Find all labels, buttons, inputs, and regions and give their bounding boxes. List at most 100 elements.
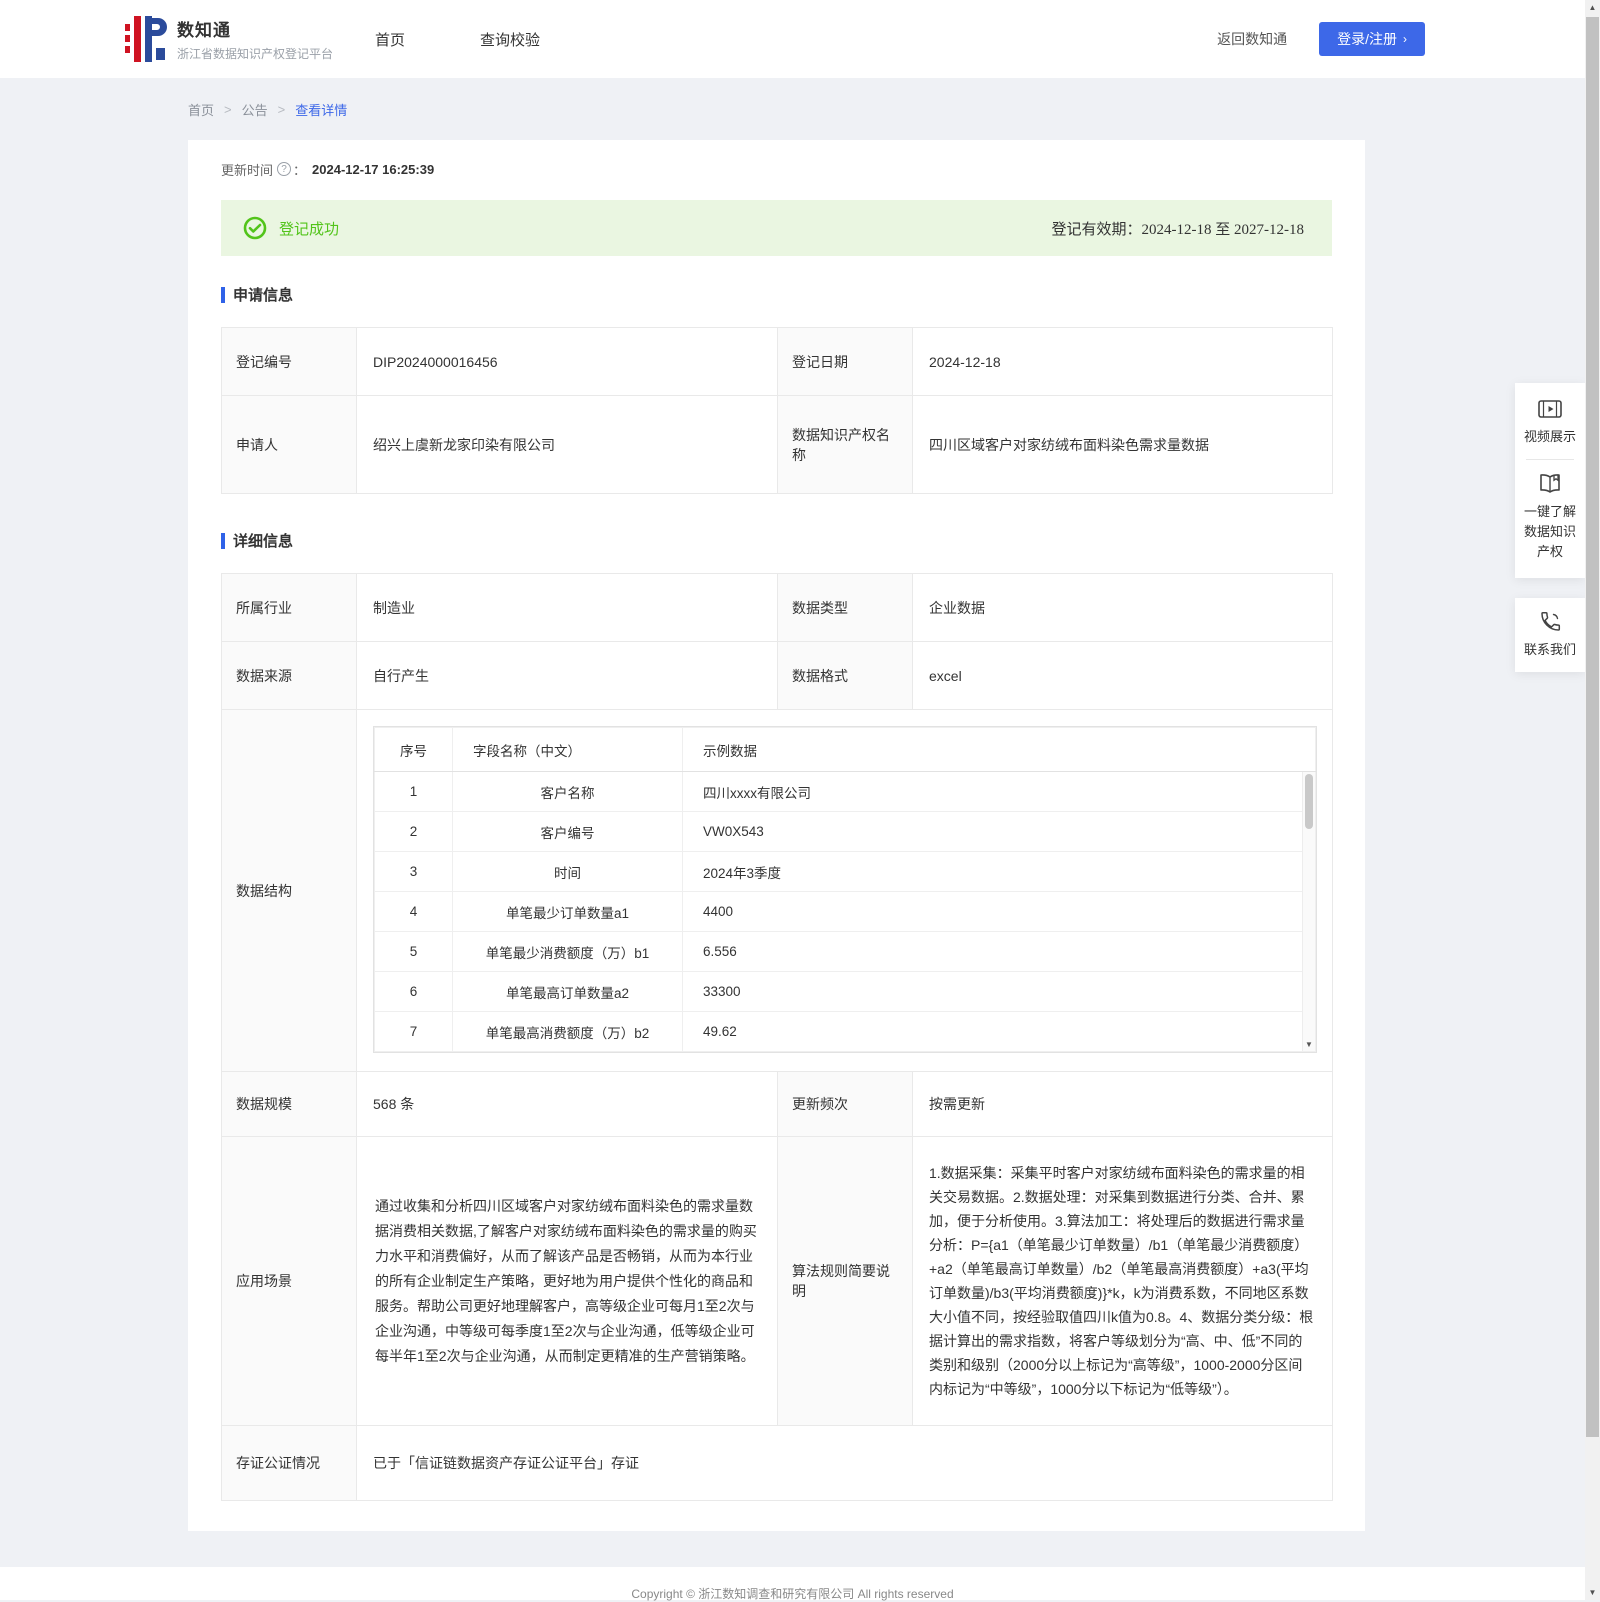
float-panel-contact: 联系我们	[1515, 598, 1585, 672]
application-info-table: 登记编号 DIP2024000016456 登记日期 2024-12-18 申请…	[221, 327, 1333, 494]
scroll-down-arrow-icon[interactable]: ▼	[1303, 1040, 1315, 1050]
video-display-button[interactable]: 视频展示	[1520, 397, 1580, 447]
cell-example: VW0X543	[682, 811, 1316, 852]
book-icon	[1540, 474, 1560, 493]
breadcrumb: 首页 > 公告 > 查看详情	[188, 100, 347, 119]
learn-data-ip-button[interactable]: 一键了解数据知识产权	[1520, 472, 1580, 562]
cell-index: 6	[374, 971, 453, 1012]
page-scrollbar[interactable]: ▲ ▼	[1585, 0, 1600, 1600]
table-row: 申请人 绍兴上虞新龙家印染有限公司 数据知识产权名称 四川区域客户对家纺绒布面料…	[221, 395, 1333, 494]
data-structure-table: 序号 字段名称（中文） 示例数据 1 客户名称 四川xxxx有限公司 2 客户编…	[374, 727, 1316, 1052]
breadcrumb-separator: >	[277, 102, 286, 117]
breadcrumb-home[interactable]: 首页	[188, 100, 214, 119]
float-panel-top: 视频展示 一键了解数据知识产权	[1515, 383, 1585, 578]
cell-field-name: 单笔最少订单数量a1	[452, 891, 683, 932]
cell-field-name: 时间	[452, 851, 683, 892]
cell-index: 1	[374, 771, 453, 812]
logo[interactable]: 数知通 浙江省数据知识产权登记平台	[125, 16, 333, 62]
page-scrollbar-thumb[interactable]	[1586, 17, 1599, 1437]
table-header-row: 序号 字段名称（中文） 示例数据	[374, 727, 1316, 772]
field-label: 所属行业	[221, 573, 357, 642]
field-value: 按需更新	[912, 1071, 1333, 1137]
check-circle-icon	[243, 216, 267, 240]
table-row: 登记编号 DIP2024000016456 登记日期 2024-12-18	[221, 327, 1333, 396]
field-value: DIP2024000016456	[356, 327, 778, 396]
chevron-right-icon: ›	[1403, 32, 1407, 46]
cell-example: 2024年3季度	[682, 851, 1316, 892]
registration-success-banner: 登记成功 登记有效期：2024-12-18 至 2027-12-18	[221, 200, 1332, 256]
nav-item-home[interactable]: 首页	[375, 29, 405, 50]
cell-field-name: 客户名称	[452, 771, 683, 812]
cell-example: 33300	[682, 971, 1316, 1012]
status-badge: 登记成功	[279, 220, 340, 238]
section-title-text: 详细信息	[233, 533, 294, 550]
main-nav: 首页 查询校验	[375, 0, 540, 78]
logo-title: 数知通	[177, 21, 231, 40]
field-label: 数据来源	[221, 641, 357, 710]
field-value-algorithm: 1.数据采集：采集平时客户对家纺绒布面料染色的需求量的相关交易数据。2.数据处理…	[912, 1136, 1333, 1426]
table-row: 数据规模 568 条 更新频次 按需更新	[221, 1071, 1333, 1137]
section-title-text: 申请信息	[233, 287, 294, 304]
inner-scrollbar-thumb[interactable]	[1305, 774, 1313, 829]
top-header: 数知通 浙江省数据知识产权登记平台 首页 查询校验 返回数知通 登录/注册 ›	[0, 0, 1600, 78]
field-label: 数据类型	[777, 573, 913, 642]
update-time-colon: ：	[293, 162, 307, 178]
table-row: 6 单笔最高订单数量a2 33300	[374, 971, 1316, 1012]
validity-period: 登记有效期：2024-12-18 至 2027-12-18	[1051, 221, 1305, 238]
scroll-down-arrow-icon[interactable]: ▼	[1585, 1588, 1600, 1597]
cell-index: 2	[374, 811, 453, 852]
copyright-text: Copyright © 浙江数知调查和研究有限公司 All rights res…	[631, 1587, 954, 1601]
field-value: 制造业	[356, 573, 778, 642]
field-value: 绍兴上虞新龙家印染有限公司	[356, 395, 778, 494]
data-structure-cell: 序号 字段名称（中文） 示例数据 1 客户名称 四川xxxx有限公司 2 客户编…	[356, 709, 1333, 1072]
column-header: 字段名称（中文）	[452, 727, 683, 772]
cell-field-name: 单笔最高订单数量a2	[452, 971, 683, 1012]
field-label: 数据格式	[777, 641, 913, 710]
field-label: 应用场景	[221, 1136, 357, 1426]
field-label: 存证公证情况	[221, 1425, 357, 1501]
cell-example: 4400	[682, 891, 1316, 932]
video-display-label: 视频展示	[1523, 429, 1576, 444]
cell-field-name: 单笔最高消费额度（万）b2	[452, 1011, 683, 1052]
scroll-up-arrow-icon[interactable]: ▲	[1585, 3, 1600, 12]
back-to-shuzhitong-link[interactable]: 返回数知通	[1217, 29, 1287, 49]
table-row-data-structure: 数据结构 序号 字段名称（中文） 示例数据 1 客户名称 四川xxxx有限公司 …	[221, 709, 1333, 1072]
field-label: 数据规模	[221, 1071, 357, 1137]
cell-index: 4	[374, 891, 453, 932]
login-register-button[interactable]: 登录/注册 ›	[1319, 22, 1425, 56]
field-value: 已于「信证链数据资产存证公证平台」存证	[356, 1425, 1333, 1501]
learn-data-ip-label: 一键了解数据知识产权	[1523, 504, 1576, 559]
update-time-row: 更新时间 ? ： 2024-12-17 16:25:39	[221, 158, 1332, 180]
help-icon[interactable]: ?	[277, 162, 292, 176]
field-value: 568 条	[356, 1071, 778, 1137]
update-time-label: 更新时间	[221, 162, 274, 178]
table-row: 存证公证情况 已于「信证链数据资产存证公证平台」存证	[221, 1425, 1333, 1501]
contact-us-label: 联系我们	[1523, 642, 1576, 657]
update-time-value: 2024-12-17 16:25:39	[312, 161, 435, 177]
field-label: 申请人	[221, 395, 357, 494]
table-row-scenario: 应用场景 通过收集和分析四川区域客户对家纺绒布面料染色的需求量数据消费相关数据,…	[221, 1136, 1333, 1426]
nav-item-query[interactable]: 查询校验	[480, 29, 540, 50]
section-bar	[221, 532, 225, 549]
cell-field-name: 单笔最少消费额度（万）b1	[452, 931, 683, 972]
divider	[1526, 459, 1574, 460]
contact-us-button[interactable]: 联系我们	[1520, 610, 1580, 660]
field-value: 四川区域客户对家纺绒布面料染色需求量数据	[912, 395, 1333, 494]
cell-index: 3	[374, 851, 453, 892]
field-label: 更新频次	[777, 1071, 913, 1137]
table-row: 所属行业 制造业 数据类型 企业数据	[221, 573, 1333, 642]
field-value: 自行产生	[356, 641, 778, 710]
phone-icon	[1541, 611, 1561, 631]
breadcrumb-announcement[interactable]: 公告	[242, 100, 268, 119]
table-row: 数据来源 自行产生 数据格式 excel	[221, 641, 1333, 710]
field-label: 数据结构	[221, 709, 357, 1072]
section-detail-info: 详细信息	[221, 530, 1332, 551]
field-label: 数据知识产权名称	[777, 395, 913, 494]
inner-table-scrollbar[interactable]: ▼	[1302, 772, 1315, 1051]
column-header: 序号	[374, 727, 453, 772]
table-row: 4 单笔最少订单数量a1 4400	[374, 891, 1316, 932]
cell-index: 7	[374, 1011, 453, 1052]
cell-example: 6.556	[682, 931, 1316, 972]
logo-icon	[125, 16, 167, 62]
cell-example: 四川xxxx有限公司	[682, 771, 1316, 812]
